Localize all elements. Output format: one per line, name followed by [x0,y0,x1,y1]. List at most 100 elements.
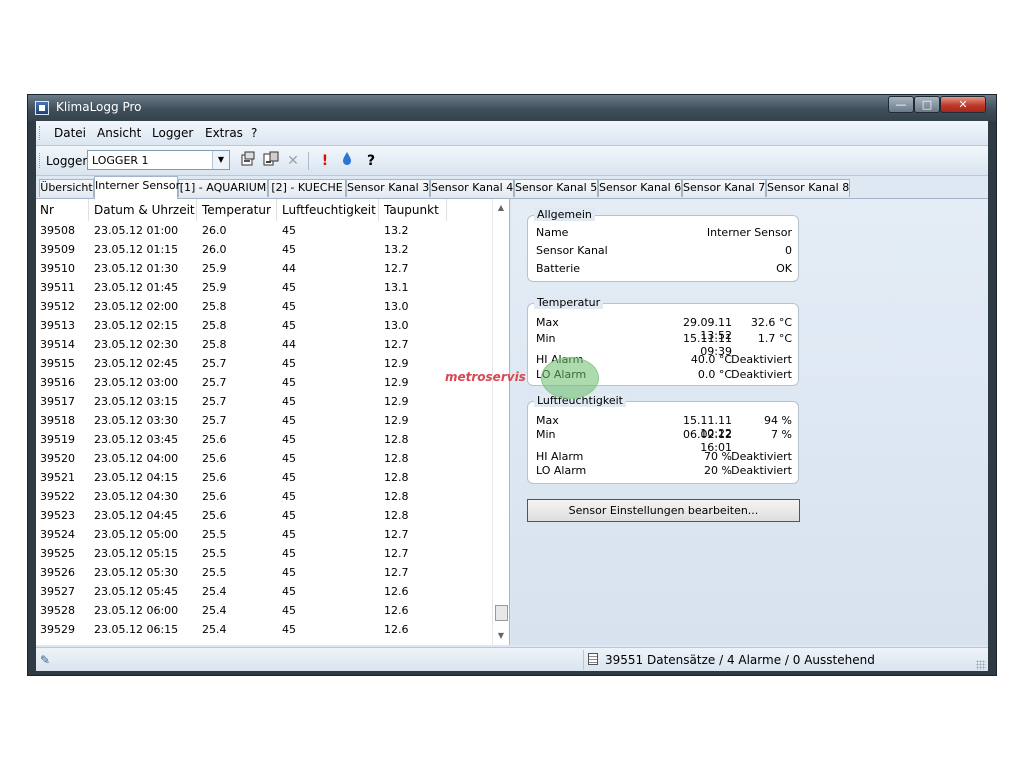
table-row[interactable]: 39519 23.05.12 03:45 25.6 45 12.8 [36,430,492,449]
logger-label: Logger [46,154,88,168]
tab-aquarium[interactable]: [1] - AQUARIUM [178,179,268,197]
app-icon[interactable] [35,101,49,115]
table-row[interactable]: 39529 23.05.12 06:15 25.4 45 12.6 [36,620,492,639]
cell-taupunkt: 12.8 [384,471,409,484]
cell-datum: 23.05.12 04:00 [94,452,179,465]
table-row[interactable]: 39509 23.05.12 01:15 26.0 45 13.2 [36,240,492,259]
cell-nr: 39511 [40,281,75,294]
tab-sensor-kanal-7[interactable]: Sensor Kanal 7 [682,179,766,197]
col-datum[interactable]: Datum & Uhrzeit [94,203,195,217]
table-row[interactable]: 39520 23.05.12 04:00 25.6 45 12.8 [36,449,492,468]
resize-grip[interactable] [976,660,986,670]
cell-luftfeuchtigkeit: 45 [282,243,296,256]
tab-sensor-kanal-8[interactable]: Sensor Kanal 8 [766,179,850,197]
column-divider[interactable] [446,199,447,221]
app-window: KlimaLogg Pro — □ ✕ Datei Ansicht Logger… [27,94,997,676]
edit-sensor-settings-button[interactable]: Sensor Einstellungen bearbeiten... [527,499,800,522]
humidity-drop-icon[interactable] [337,151,357,171]
cell-datum: 23.05.12 05:00 [94,528,179,541]
close-button[interactable]: ✕ [940,96,986,113]
menu-help[interactable]: ? [251,126,257,140]
cell-temperatur: 25.5 [202,547,227,560]
cell-taupunkt: 12.7 [384,547,409,560]
table-row[interactable]: 39527 23.05.12 05:45 25.4 45 12.6 [36,582,492,601]
logger-select[interactable]: LOGGER 1 ▼ [87,150,230,170]
table-row[interactable]: 39508 23.05.12 01:00 26.0 45 13.2 [36,221,492,240]
delete-icon[interactable]: ✕ [283,151,303,171]
minimize-button[interactable]: — [888,96,914,113]
cell-datum: 23.05.12 06:15 [94,623,179,636]
table-row[interactable]: 39528 23.05.12 06:00 25.4 45 12.6 [36,601,492,620]
table-row[interactable]: 39521 23.05.12 04:15 25.6 45 12.8 [36,468,492,487]
scroll-down-icon[interactable]: ▼ [495,629,507,643]
tab-sensor-kanal-6[interactable]: Sensor Kanal 6 [598,179,682,197]
logger-read-icon[interactable] [261,151,281,171]
table-row[interactable]: 39522 23.05.12 04:30 25.6 45 12.8 [36,487,492,506]
table-row[interactable]: 39515 23.05.12 02:45 25.7 45 12.9 [36,354,492,373]
table-header: Nr Datum & Uhrzeit Temperatur Luftfeucht… [36,199,492,221]
scroll-thumb[interactable] [495,605,508,621]
col-temperatur[interactable]: Temperatur [202,203,271,217]
data-table[interactable]: Nr Datum & Uhrzeit Temperatur Luftfeucht… [36,199,510,645]
name-label: Name [536,226,569,239]
tab-uebersicht[interactable]: Übersicht [39,179,94,197]
scroll-up-icon[interactable]: ▲ [495,201,507,215]
sensor-info-panel: Allgemein Name Interner Sensor Sensor Kan… [445,199,988,645]
table-scrollbar[interactable]: ▲ ▼ [492,199,509,645]
cell-nr: 39512 [40,300,75,313]
cell-nr: 39513 [40,319,75,332]
column-divider[interactable] [88,199,89,221]
tab-sensor-kanal-5[interactable]: Sensor Kanal 5 [514,179,598,197]
tab-kueche[interactable]: [2] - KUECHE [268,179,346,197]
table-row[interactable]: 39526 23.05.12 05:30 25.5 45 12.7 [36,563,492,582]
chevron-down-icon[interactable]: ▼ [212,151,229,169]
column-divider[interactable] [378,199,379,221]
group-luftfeuchtigkeit: Luftfeuchtigkeit Max 15.11.11 10:22 94 % M… [527,394,799,484]
window-title: KlimaLogg Pro [56,100,142,114]
table-row[interactable]: 39517 23.05.12 03:15 25.7 45 12.9 [36,392,492,411]
cell-taupunkt: 13.0 [384,319,409,332]
menu-extras[interactable]: Extras [205,126,243,140]
table-row[interactable]: 39523 23.05.12 04:45 25.6 45 12.8 [36,506,492,525]
table-row[interactable]: 39511 23.05.12 01:45 25.9 45 13.1 [36,278,492,297]
table-row[interactable]: 39514 23.05.12 02:30 25.8 44 12.7 [36,335,492,354]
cell-nr: 39523 [40,509,75,522]
table-row[interactable]: 39516 23.05.12 03:00 25.7 45 12.9 [36,373,492,392]
help-icon[interactable]: ? [361,151,381,171]
table-row[interactable]: 39512 23.05.12 02:00 25.8 45 13.0 [36,297,492,316]
cell-datum: 23.05.12 06:00 [94,604,179,617]
name-value: Interner Sensor [706,226,792,239]
table-row[interactable]: 39524 23.05.12 05:00 25.5 45 12.7 [36,525,492,544]
menu-datei[interactable]: Datei [54,126,86,140]
title-bar[interactable]: KlimaLogg Pro — □ ✕ [28,95,996,121]
table-body: 39508 23.05.12 01:00 26.0 45 13.2 39509 23.05.… [36,221,492,639]
hum-lo-state: Deaktiviert [731,464,792,477]
tab-sensor-kanal-3[interactable]: Sensor Kanal 3 [346,179,430,197]
alarm-icon[interactable]: ! [315,151,335,171]
col-luftfeuchtigkeit[interactable]: Luftfeuchtigkeit [282,203,376,217]
col-taupunkt[interactable]: Taupunkt [384,203,439,217]
cell-taupunkt: 12.9 [384,357,409,370]
column-divider[interactable] [196,199,197,221]
cell-datum: 23.05.12 05:45 [94,585,179,598]
logger-settings-icon[interactable] [238,151,258,171]
menu-ansicht[interactable]: Ansicht [97,126,141,140]
tab-sensor-kanal-4[interactable]: Sensor Kanal 4 [430,179,514,197]
table-row[interactable]: 39510 23.05.12 01:30 25.9 44 12.7 [36,259,492,278]
group-allgemein: Allgemein Name Interner Sensor Sensor Kan… [527,208,799,282]
group-temperatur-title: Temperatur [534,296,604,309]
maximize-button[interactable]: □ [914,96,940,113]
cell-nr: 39527 [40,585,75,598]
cell-luftfeuchtigkeit: 45 [282,414,296,427]
cell-nr: 39517 [40,395,75,408]
table-row[interactable]: 39518 23.05.12 03:30 25.7 45 12.9 [36,411,492,430]
tab-interner-sensor[interactable]: Interner Sensor [94,176,180,199]
table-row[interactable]: 39525 23.05.12 05:15 25.5 45 12.7 [36,544,492,563]
cell-taupunkt: 12.8 [384,509,409,522]
cell-taupunkt: 12.7 [384,338,409,351]
table-row[interactable]: 39513 23.05.12 02:15 25.8 45 13.0 [36,316,492,335]
cell-temperatur: 25.5 [202,528,227,541]
column-divider[interactable] [276,199,277,221]
menu-logger[interactable]: Logger [152,126,193,140]
col-nr[interactable]: Nr [40,203,54,217]
